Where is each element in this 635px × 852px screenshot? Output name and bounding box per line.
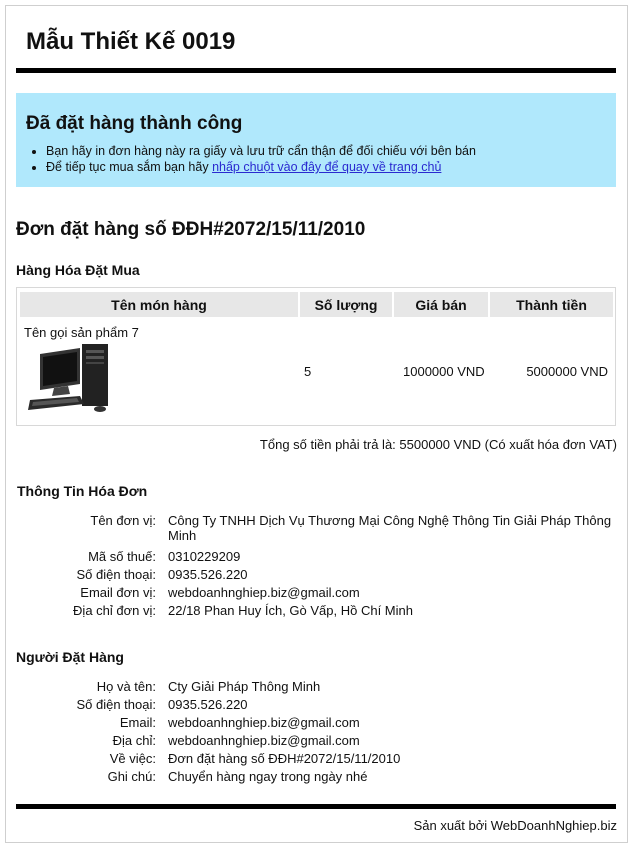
column-header-price: Giá bán (394, 292, 488, 317)
page-title: Mẫu Thiết Kế 0019 (26, 28, 236, 55)
product-price: 1000000 VND (403, 364, 485, 379)
buyer-field: Số điện thoại: 0935.526.220 (16, 697, 616, 715)
invoice-section-title: Thông Tin Hóa Đơn (17, 483, 148, 499)
buyer-field: Về việc: Đơn đặt hàng số ĐĐH#2072/15/11/… (16, 751, 616, 769)
invoice-field-value: 0935.526.220 (168, 567, 248, 582)
footer-credit: Sản xuất bởi WebDoanhNghiep.biz (413, 818, 617, 833)
instruction-continue: Để tiếp tục mua sắm bạn hãy nhấp chuột v… (46, 159, 606, 175)
buyer-field: Họ và tên: Cty Giải Pháp Thông Minh (16, 679, 616, 697)
product-quantity: 5 (304, 364, 312, 379)
invoice-field: Tên đơn vị: Công Ty TNHH Dịch Vụ Thương … (16, 513, 616, 549)
success-heading: Đã đặt hàng thành công (26, 113, 243, 134)
invoice-field-label: Mã số thuế: (88, 549, 156, 564)
invoice-field: Mã số thuế: 0310229209 (16, 549, 616, 567)
success-panel: Đã đặt hàng thành công Bạn hãy in đơn hà… (16, 93, 616, 187)
product-subtotal: 5000000 VND (526, 364, 608, 379)
invoice-field-label: Địa chỉ đơn vị: (73, 603, 156, 618)
buyer-field-label: Số điện thoại: (76, 697, 156, 712)
invoice-field-label: Số điện thoại: (76, 567, 156, 582)
instruction-print: Bạn hãy in đơn hàng này ra giấy và lưu t… (46, 143, 606, 159)
buyer-field-value: Đơn đặt hàng số ĐĐH#2072/15/11/2010 (168, 751, 401, 766)
buyer-field-label: Họ và tên: (96, 679, 156, 694)
invoice-field-value: webdoanhnghiep.biz@gmail.com (168, 585, 360, 600)
instruction-continue-text: Để tiếp tục mua sắm bạn hãy (46, 160, 213, 174)
invoice-field-label: Tên đơn vị: (90, 513, 156, 528)
column-header-subtotal: Thành tiền (490, 292, 613, 317)
buyer-field-label: Địa chỉ: (112, 733, 156, 748)
success-instructions: Bạn hãy in đơn hàng này ra giấy và lưu t… (26, 143, 606, 175)
order-title: Đơn đặt hàng số ĐĐH#2072/15/11/2010 (16, 219, 366, 240)
invoice-field-value: Công Ty TNHH Dịch Vụ Thương Mại Công Ngh… (168, 513, 612, 543)
instruction-print-text: Bạn hãy in đơn hàng này ra giấy và lưu t… (46, 144, 476, 158)
buyer-info: Họ và tên: Cty Giải Pháp Thông Minh Số đ… (16, 679, 616, 787)
column-header-quantity: Số lượng (300, 292, 392, 317)
product-name: Tên gọi sản phẩm 7 (24, 325, 139, 340)
invoice-info: Tên đơn vị: Công Ty TNHH Dịch Vụ Thương … (16, 513, 616, 621)
invoice-field-label: Email đơn vị: (80, 585, 156, 600)
invoice-field-value: 22/18 Phan Huy Ích, Gò Vấp, Hồ Chí Minh (168, 603, 413, 618)
goods-section-title: Hàng Hóa Đặt Mua (16, 262, 140, 278)
buyer-section-title: Người Đặt Hàng (16, 649, 124, 665)
order-total: Tổng số tiền phải trả là: 5500000 VND (C… (259, 437, 617, 452)
header-divider (16, 68, 616, 73)
buyer-field-label: Ghi chú: (107, 769, 156, 784)
buyer-field: Ghi chú: Chuyển hàng ngay trong ngày nhé (16, 769, 616, 787)
footer-divider (16, 804, 616, 809)
back-to-home-link[interactable]: nhấp chuột vào đây để quay về trang chủ (212, 160, 441, 174)
buyer-field-label: Email: (119, 715, 156, 730)
invoice-field: Số điện thoại: 0935.526.220 (16, 567, 616, 585)
buyer-field-label: Về việc: (109, 751, 156, 766)
buyer-field-value: 0935.526.220 (168, 697, 248, 712)
buyer-field-value: Cty Giải Pháp Thông Minh (168, 679, 321, 694)
invoice-field: Địa chỉ đơn vị: 22/18 Phan Huy Ích, Gò V… (16, 603, 616, 621)
invoice-field-value: 0310229209 (168, 549, 241, 564)
buyer-field-value: Chuyển hàng ngay trong ngày nhé (168, 769, 368, 784)
buyer-field-value: webdoanhnghiep.biz@gmail.com (168, 733, 360, 748)
buyer-field-value: webdoanhnghiep.biz@gmail.com (168, 715, 360, 730)
buyer-field: Email: webdoanhnghiep.biz@gmail.com (16, 715, 616, 733)
column-header-item-name: Tên món hàng (20, 292, 298, 317)
invoice-field: Email đơn vị: webdoanhnghiep.biz@gmail.c… (16, 585, 616, 603)
buyer-field: Địa chỉ: webdoanhnghiep.biz@gmail.com (16, 733, 616, 751)
desktop-computer-icon (28, 344, 108, 412)
